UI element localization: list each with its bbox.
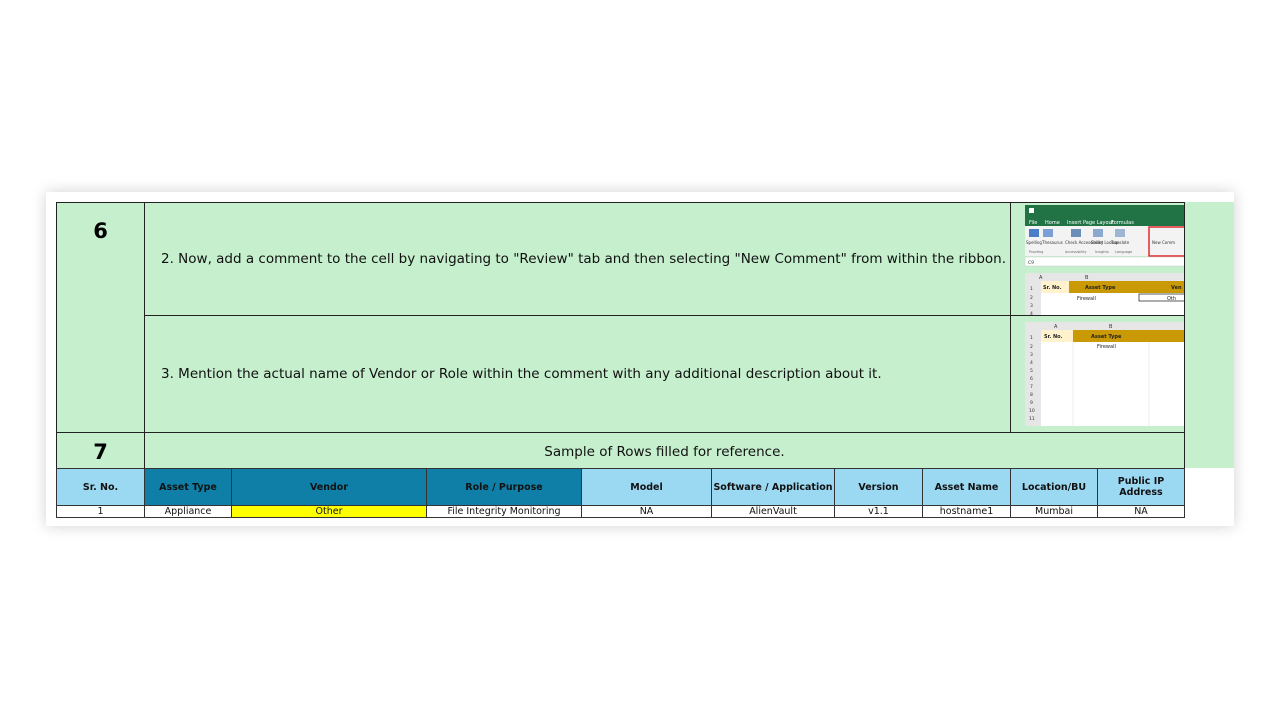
step-row-extension [1184, 202, 1234, 468]
excel-grid-thumbnail: A B Sr. No. Asset Type Firewall 1 2 3 4 … [1025, 322, 1184, 426]
step-7-instruction: Sample of Rows filled for reference. [144, 432, 1185, 469]
header-cell-text: Sr. No. [1044, 334, 1063, 340]
table-cell-model: NA [581, 505, 712, 518]
row-header-column [1025, 281, 1041, 315]
row-number: 2 [1030, 344, 1033, 350]
cell-value: Firewall [1097, 344, 1116, 350]
row-number: 10 [1029, 408, 1035, 414]
instruction-table: 6 2. Now, add a comment to the cell by n… [56, 202, 1185, 518]
grid-area [1041, 342, 1184, 426]
column-header: A [1039, 275, 1043, 281]
step-6-instruction-3: 3. Mention the actual name of Vendor or … [144, 315, 1011, 433]
formula-bar [1024, 256, 1184, 267]
step-6-instruction-2: 2. Now, add a comment to the cell by nav… [144, 202, 1011, 316]
col-header-sr-no: Sr. No. [56, 468, 145, 506]
table-cell-location: Mumbai [1010, 505, 1098, 518]
column-header: B [1085, 275, 1089, 281]
col-header-asset-name: Asset Name [922, 468, 1011, 506]
step-number-7: 7 [56, 432, 145, 469]
step-number-6: 6 [56, 202, 145, 433]
row-number: 2 [1030, 295, 1033, 301]
ribbon-group-label: Insights [1095, 250, 1109, 254]
grid-area [1041, 293, 1184, 315]
column-header: B [1109, 324, 1113, 330]
header-cell-text: Sr. No. [1043, 285, 1062, 291]
col-header-software: Software / Application [711, 468, 835, 506]
col-header-public-ip: Public IP Address [1097, 468, 1185, 506]
col-header-vendor: Vendor [231, 468, 427, 506]
table-cell-public-ip: NA [1097, 505, 1185, 518]
row-number: 7 [1030, 384, 1033, 390]
table-cell-asset-type: Appliance [144, 505, 232, 518]
excel-title-bar [1025, 205, 1184, 217]
row-number: 8 [1030, 392, 1033, 398]
ribbon-button-label: Translate [1110, 240, 1130, 245]
row-number: 3 [1030, 303, 1033, 309]
ribbon-group-label: Proofing [1029, 250, 1043, 254]
spelling-icon [1029, 229, 1039, 237]
ribbon-group-label: Accessibility [1065, 250, 1087, 254]
column-header-row [1025, 322, 1184, 330]
ribbon-group-label: Language [1115, 250, 1132, 254]
ribbon-tab: Insert [1067, 220, 1081, 226]
thesaurus-icon [1043, 229, 1053, 237]
save-icon [1029, 208, 1034, 213]
header-cell-text: Ven [1171, 285, 1182, 291]
name-box: C9 [1028, 260, 1034, 266]
translate-icon [1115, 229, 1125, 237]
row-number: 4 [1030, 360, 1033, 366]
col-header-role-purpose: Role / Purpose [426, 468, 582, 506]
ribbon-tab: File [1029, 220, 1037, 226]
ribbon-button-label: Thesaurus [1041, 240, 1063, 245]
table-cell-version: v1.1 [834, 505, 923, 518]
excel-ribbon-thumbnail: File Home Insert Page Layout Formulas Sp… [1024, 205, 1184, 315]
ribbon-tab: Page Layout [1083, 220, 1114, 226]
row-number: 5 [1030, 368, 1033, 374]
row-number: 6 [1030, 376, 1033, 382]
table-cell-sr-no: 1 [56, 505, 145, 518]
row-number: 1 [1030, 335, 1033, 341]
row-number: 11 [1029, 416, 1035, 422]
row-number: 3 [1030, 352, 1033, 358]
cell-value: Oth [1167, 296, 1176, 302]
column-header: A [1054, 324, 1058, 330]
accessibility-icon [1071, 229, 1081, 237]
ribbon-tab: Home [1045, 220, 1060, 226]
col-header-asset-type: Asset Type [144, 468, 232, 506]
table-cell-vendor: Other [231, 505, 427, 518]
row-number: 1 [1030, 286, 1033, 292]
column-header-row [1025, 273, 1184, 281]
row-number: 9 [1030, 400, 1033, 406]
header-cell-text: Asset Type [1085, 285, 1116, 291]
ribbon-tab: Formulas [1111, 220, 1134, 226]
vendor-header-cell [1149, 330, 1184, 342]
col-header-model: Model [581, 468, 712, 506]
col-header-version: Version [834, 468, 923, 506]
excel-review-screenshot: File Home Insert Page Layout Formulas Sp… [1010, 202, 1185, 316]
smart-lookup-icon [1093, 229, 1103, 237]
ribbon-button-label: Spelling [1026, 240, 1042, 245]
excel-comment-screenshot: A B Sr. No. Asset Type Firewall 1 2 3 4 … [1010, 315, 1185, 433]
table-cell-asset-name: hostname1 [922, 505, 1011, 518]
table-cell-role-purpose: File Integrity Monitoring [426, 505, 582, 518]
ribbon-button-label: New Comm [1152, 240, 1175, 245]
col-header-location: Location/BU [1010, 468, 1098, 506]
cell-value: Firewall [1077, 296, 1096, 302]
table-cell-software: AlienVault [711, 505, 835, 518]
header-cell-text: Asset Type [1091, 334, 1122, 340]
